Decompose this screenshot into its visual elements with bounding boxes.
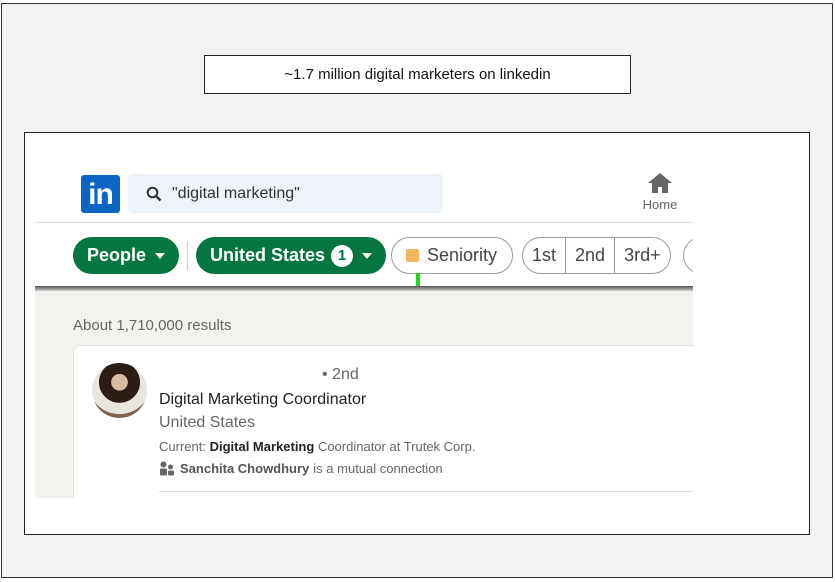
nav-home[interactable]: Home <box>635 172 685 212</box>
top-nav: in "digital marketing" Home <box>35 160 693 223</box>
linkedin-screenshot: in "digital marketing" Home People Unite… <box>35 160 693 498</box>
result-title: Digital Marketing Coordinator <box>159 391 367 408</box>
result-location: United States <box>159 414 256 431</box>
current-prefix: Current: <box>159 439 210 454</box>
mutual-text: is a mutual connection <box>313 461 443 476</box>
search-icon <box>146 186 162 201</box>
seniority-icon <box>406 249 419 262</box>
shadow-bar <box>35 286 693 291</box>
divider <box>159 491 693 492</box>
result-card[interactable]: • 2nd Digital Marketing Coordinator Unit… <box>73 345 693 498</box>
avatar[interactable] <box>92 363 147 418</box>
search-value: "digital marketing" <box>172 184 300 202</box>
filter-bar: People United States 1 Seniority 1st 2nd … <box>35 223 693 286</box>
home-label: Home <box>642 197 678 212</box>
mutual-name[interactable]: Sanchita Chowdhury <box>180 461 309 476</box>
degree-3rd[interactable]: 3rd+ <box>615 238 670 273</box>
location-filter[interactable]: United States 1 <box>196 237 387 274</box>
more-filter[interactable] <box>683 237 693 274</box>
count-badge: 1 <box>331 244 354 267</box>
connection-degree: • 2nd <box>322 366 359 383</box>
home-icon <box>648 173 672 193</box>
caret-down-icon <box>362 252 373 259</box>
people-icon <box>160 461 174 476</box>
search-input[interactable]: "digital marketing" <box>128 174 443 213</box>
seniority-filter[interactable]: Seniority <box>391 237 513 274</box>
location-label: United States <box>210 245 326 265</box>
mutual-connection[interactable]: Sanchita Chowdhury is a mutual connection <box>159 461 443 476</box>
degree-2nd[interactable]: 2nd <box>566 238 616 273</box>
divider <box>187 242 188 270</box>
caption-box: ~1.7 million digital marketers on linked… <box>204 55 631 94</box>
results-count: About 1,710,000 results <box>73 317 232 334</box>
degree-filter: 1st 2nd 3rd+ <box>522 237 671 274</box>
seniority-label: Seniority <box>427 245 498 265</box>
degree-1st[interactable]: 1st <box>523 238 567 273</box>
current-position: Current: Digital Marketing Coordinator a… <box>159 439 475 454</box>
current-keyword: Digital Marketing <box>209 439 315 454</box>
caret-down-icon <box>155 252 166 259</box>
people-filter[interactable]: People <box>73 237 180 274</box>
linkedin-logo[interactable]: in <box>81 175 120 213</box>
people-label: People <box>87 245 147 265</box>
current-rest: Coordinator at Trutek Corp. <box>314 439 476 454</box>
